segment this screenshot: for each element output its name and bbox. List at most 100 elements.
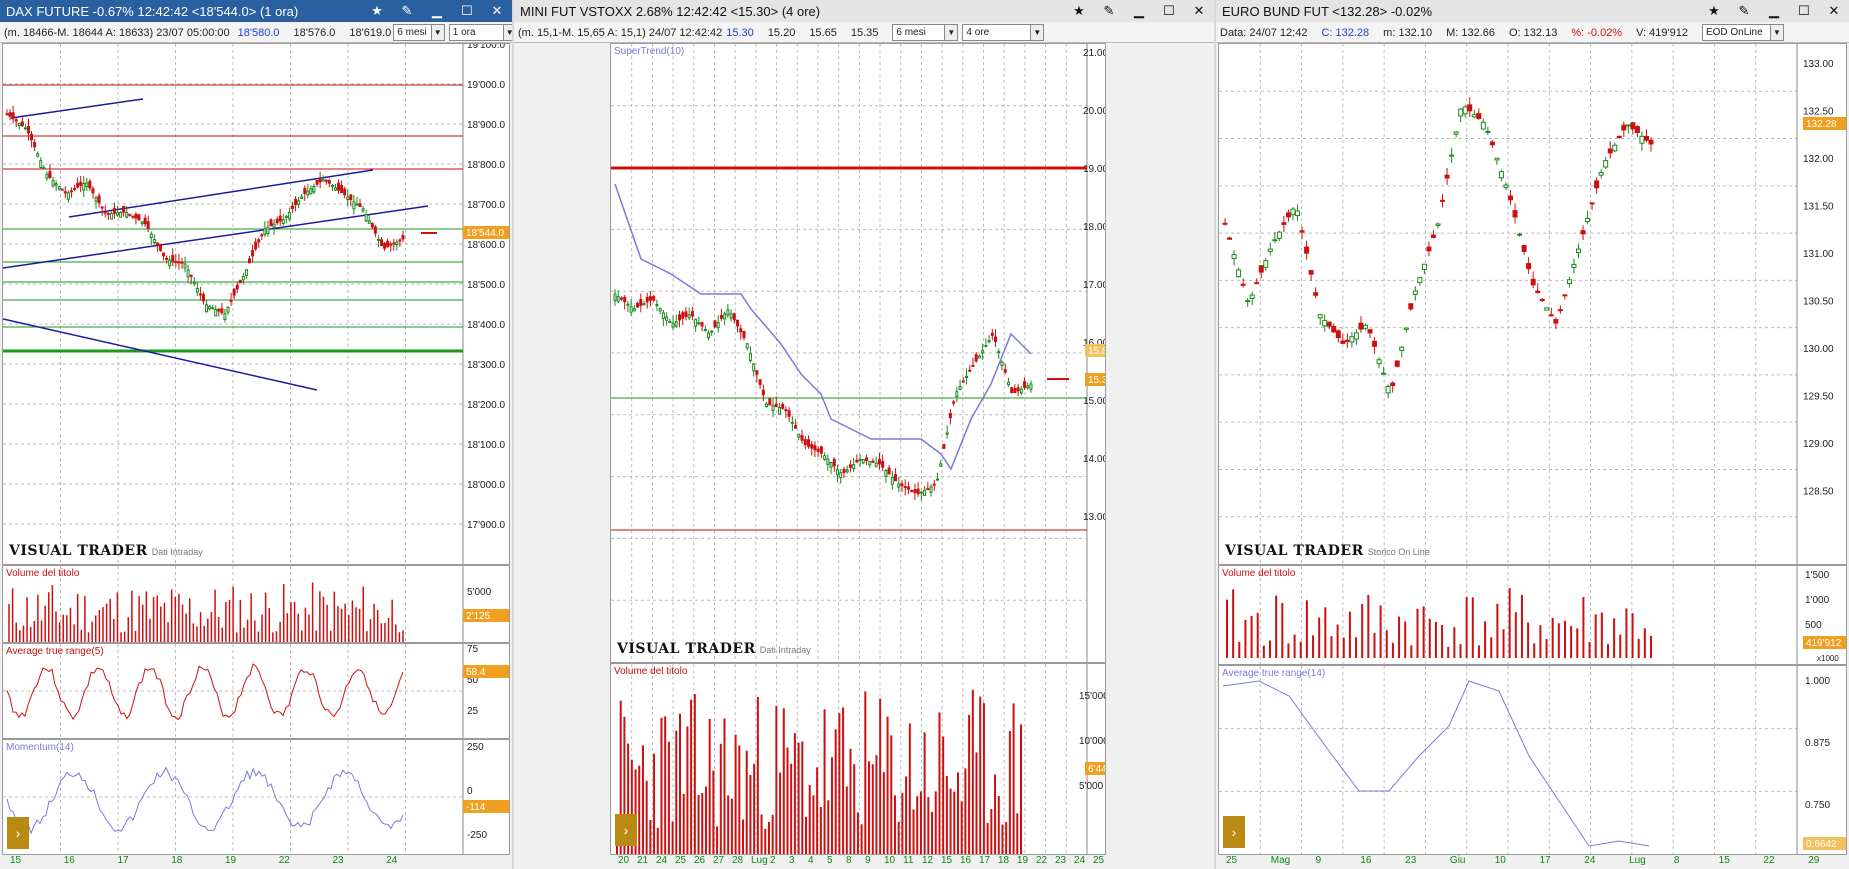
candle-body: [839, 472, 843, 479]
date-tick: Lug: [751, 855, 768, 866]
candle-body: [1643, 135, 1649, 141]
candle-body: [661, 312, 665, 319]
bund-volume-multiplier: x1000: [1817, 654, 1839, 663]
candle-body: [694, 318, 698, 327]
candle-body: [697, 322, 701, 325]
vstoxx-infobar: (m. 15,1-M. 15,65 A: 15,1) 24/07 12:42:4…: [514, 23, 1214, 43]
volume-bar: [812, 795, 815, 854]
vstoxx-last-price-tag: 15.30: [1088, 375, 1105, 386]
candle-body: [337, 182, 341, 191]
bund-atr-tick: 0.750: [1805, 800, 1830, 811]
volume-bar: [1244, 619, 1247, 658]
bund-brand: VISUAL TRADER Storico On Line: [1225, 543, 1430, 559]
maximize-icon[interactable]: ☐: [1154, 0, 1184, 22]
minimize-icon[interactable]: ▁: [1124, 0, 1154, 22]
vstoxx-volume-panel[interactable]: 15'000 10'000 5'000 6'445 Volume del titolo…: [610, 663, 1106, 855]
trend-line: [3, 318, 318, 391]
candle-body: [63, 191, 67, 194]
candle-body: [800, 435, 804, 441]
dax-volume-panel[interactable]: 5'000 2'125 Volume del titolo: [2, 565, 510, 643]
dax-period-select[interactable]: 6 mesi ▼: [393, 24, 445, 41]
close-icon[interactable]: ✕: [482, 0, 512, 22]
star-icon[interactable]: ★: [362, 0, 392, 22]
maximize-icon[interactable]: ☐: [1789, 0, 1819, 22]
candle-body: [900, 483, 904, 487]
bund-price-tick: 129.50: [1803, 392, 1834, 403]
close-icon[interactable]: ✕: [1184, 0, 1214, 22]
dax-price-tick: 18'900.0: [467, 120, 505, 131]
volume-bar: [901, 792, 904, 854]
star-icon[interactable]: ★: [1699, 0, 1729, 22]
volume-bar: [805, 816, 808, 854]
vstoxx-scroll-button[interactable]: ›: [615, 814, 637, 846]
candle-body: [217, 308, 221, 312]
volume-bar: [1355, 637, 1358, 658]
candle-body: [1440, 199, 1446, 202]
volume-bar: [1539, 625, 1542, 658]
bund-date: Data: 24/07 12:42: [1220, 26, 1308, 39]
candle-body: [1575, 248, 1581, 254]
maximize-icon[interactable]: ☐: [452, 0, 482, 22]
bund-date-axis: 25 Mag 9 16 23 Giu 10 17 24 Lug 8 15 22 29: [1218, 855, 1847, 869]
candle-body: [681, 312, 685, 319]
dax-title: DAX FUTURE -0.67% 12:42:42 <18'544.0> (1…: [6, 3, 299, 19]
vstoxx-timeframe-select[interactable]: 4 ore ▼: [962, 24, 1045, 41]
volume-bar: [897, 821, 900, 854]
candle-body: [272, 223, 276, 228]
date-tick: 27: [713, 855, 725, 866]
date-tick: 11: [903, 855, 914, 866]
dax-volume-tag: 2'125: [466, 611, 491, 622]
bund-volume-panel[interactable]: 1'500 1'000 500 419'912 x1000 Volume del tit…: [1218, 565, 1847, 665]
date-tick: 19: [1017, 855, 1029, 866]
candle-body: [155, 242, 159, 246]
dax-atr-panel[interactable]: 75 50 25 58.4 Average true range(5): [2, 643, 510, 739]
dax-scroll-button[interactable]: ›: [7, 817, 29, 849]
bund-atr-panel[interactable]: 1.000 0.875 0.750 0.6642 Average true range…: [1218, 665, 1847, 855]
candle-body: [871, 460, 875, 463]
vstoxx-volume-title: Volume del titolo: [614, 666, 688, 677]
dax-timeframe-select[interactable]: 1 ora▼: [448, 24, 512, 41]
candle-body: [819, 446, 823, 454]
draw-tool-icon[interactable]: ✎: [1094, 0, 1124, 22]
bund-titlebar[interactable]: EURO BUND FUT <132.28> -0.02% ★ ✎ ▁ ☐ ✕: [1216, 0, 1849, 22]
candle-body: [343, 188, 347, 196]
candle-body: [613, 293, 617, 302]
dax-momentum-panel[interactable]: 250 0 -250 -114 Momentum(14) ›: [2, 739, 510, 855]
candle-body: [1353, 332, 1359, 340]
minimize-icon[interactable]: ▁: [422, 0, 452, 22]
minimize-icon[interactable]: ▁: [1759, 0, 1789, 22]
candle-body: [752, 363, 756, 372]
candle-body: [1621, 124, 1627, 131]
candle-body: [1444, 174, 1450, 179]
vstoxx-period-select[interactable]: 6 mesi ▼: [892, 24, 959, 41]
candle-body: [997, 351, 1001, 354]
star-icon[interactable]: ★: [1064, 0, 1094, 22]
candle-body: [726, 309, 730, 316]
date-tick: 20: [618, 855, 630, 866]
bund-price-tick: 132.00: [1803, 154, 1834, 165]
volume-bar: [1496, 603, 1499, 658]
candle-body: [1385, 386, 1391, 394]
candle-body: [1517, 233, 1523, 236]
bund-last-price-tag: 132.28: [1806, 119, 1837, 130]
candle-body: [1272, 239, 1278, 242]
draw-tool-icon[interactable]: ✎: [1729, 0, 1759, 22]
dax-price-tick: 18'800.0: [467, 160, 505, 171]
close-icon[interactable]: ✕: [1819, 0, 1849, 22]
bund-scroll-button[interactable]: ›: [1223, 816, 1245, 848]
bund-mode-select[interactable]: EOD OnLine ▼: [1701, 24, 1784, 41]
vstoxx-price-panel[interactable]: 21.0020.0019.0018.0017.0016.0015.0014.00…: [610, 43, 1106, 663]
volume-bar: [819, 807, 822, 854]
candle-body: [910, 490, 914, 493]
volume-bar: [1275, 595, 1278, 658]
date-tick: 22: [1036, 855, 1048, 866]
volume-bar: [738, 745, 741, 854]
volume-bar: [1508, 588, 1511, 658]
vstoxx-titlebar[interactable]: MINI FUT VSTOXX 2.68% 12:42:42 <15.30> (…: [514, 0, 1214, 22]
volume-bar: [968, 714, 971, 854]
candle-body: [1317, 314, 1323, 319]
draw-tool-icon[interactable]: ✎: [392, 0, 422, 22]
bund-price-panel[interactable]: 133.00 132.50 132.00 131.50 131.00 130.50 130.…: [1218, 43, 1847, 565]
dax-titlebar[interactable]: DAX FUTURE -0.67% 12:42:42 <18'544.0> (1…: [0, 0, 512, 22]
dax-price-panel[interactable]: 19'100.0 19'000.0 18'900.0 18'800.0 18'700.0…: [2, 43, 510, 565]
